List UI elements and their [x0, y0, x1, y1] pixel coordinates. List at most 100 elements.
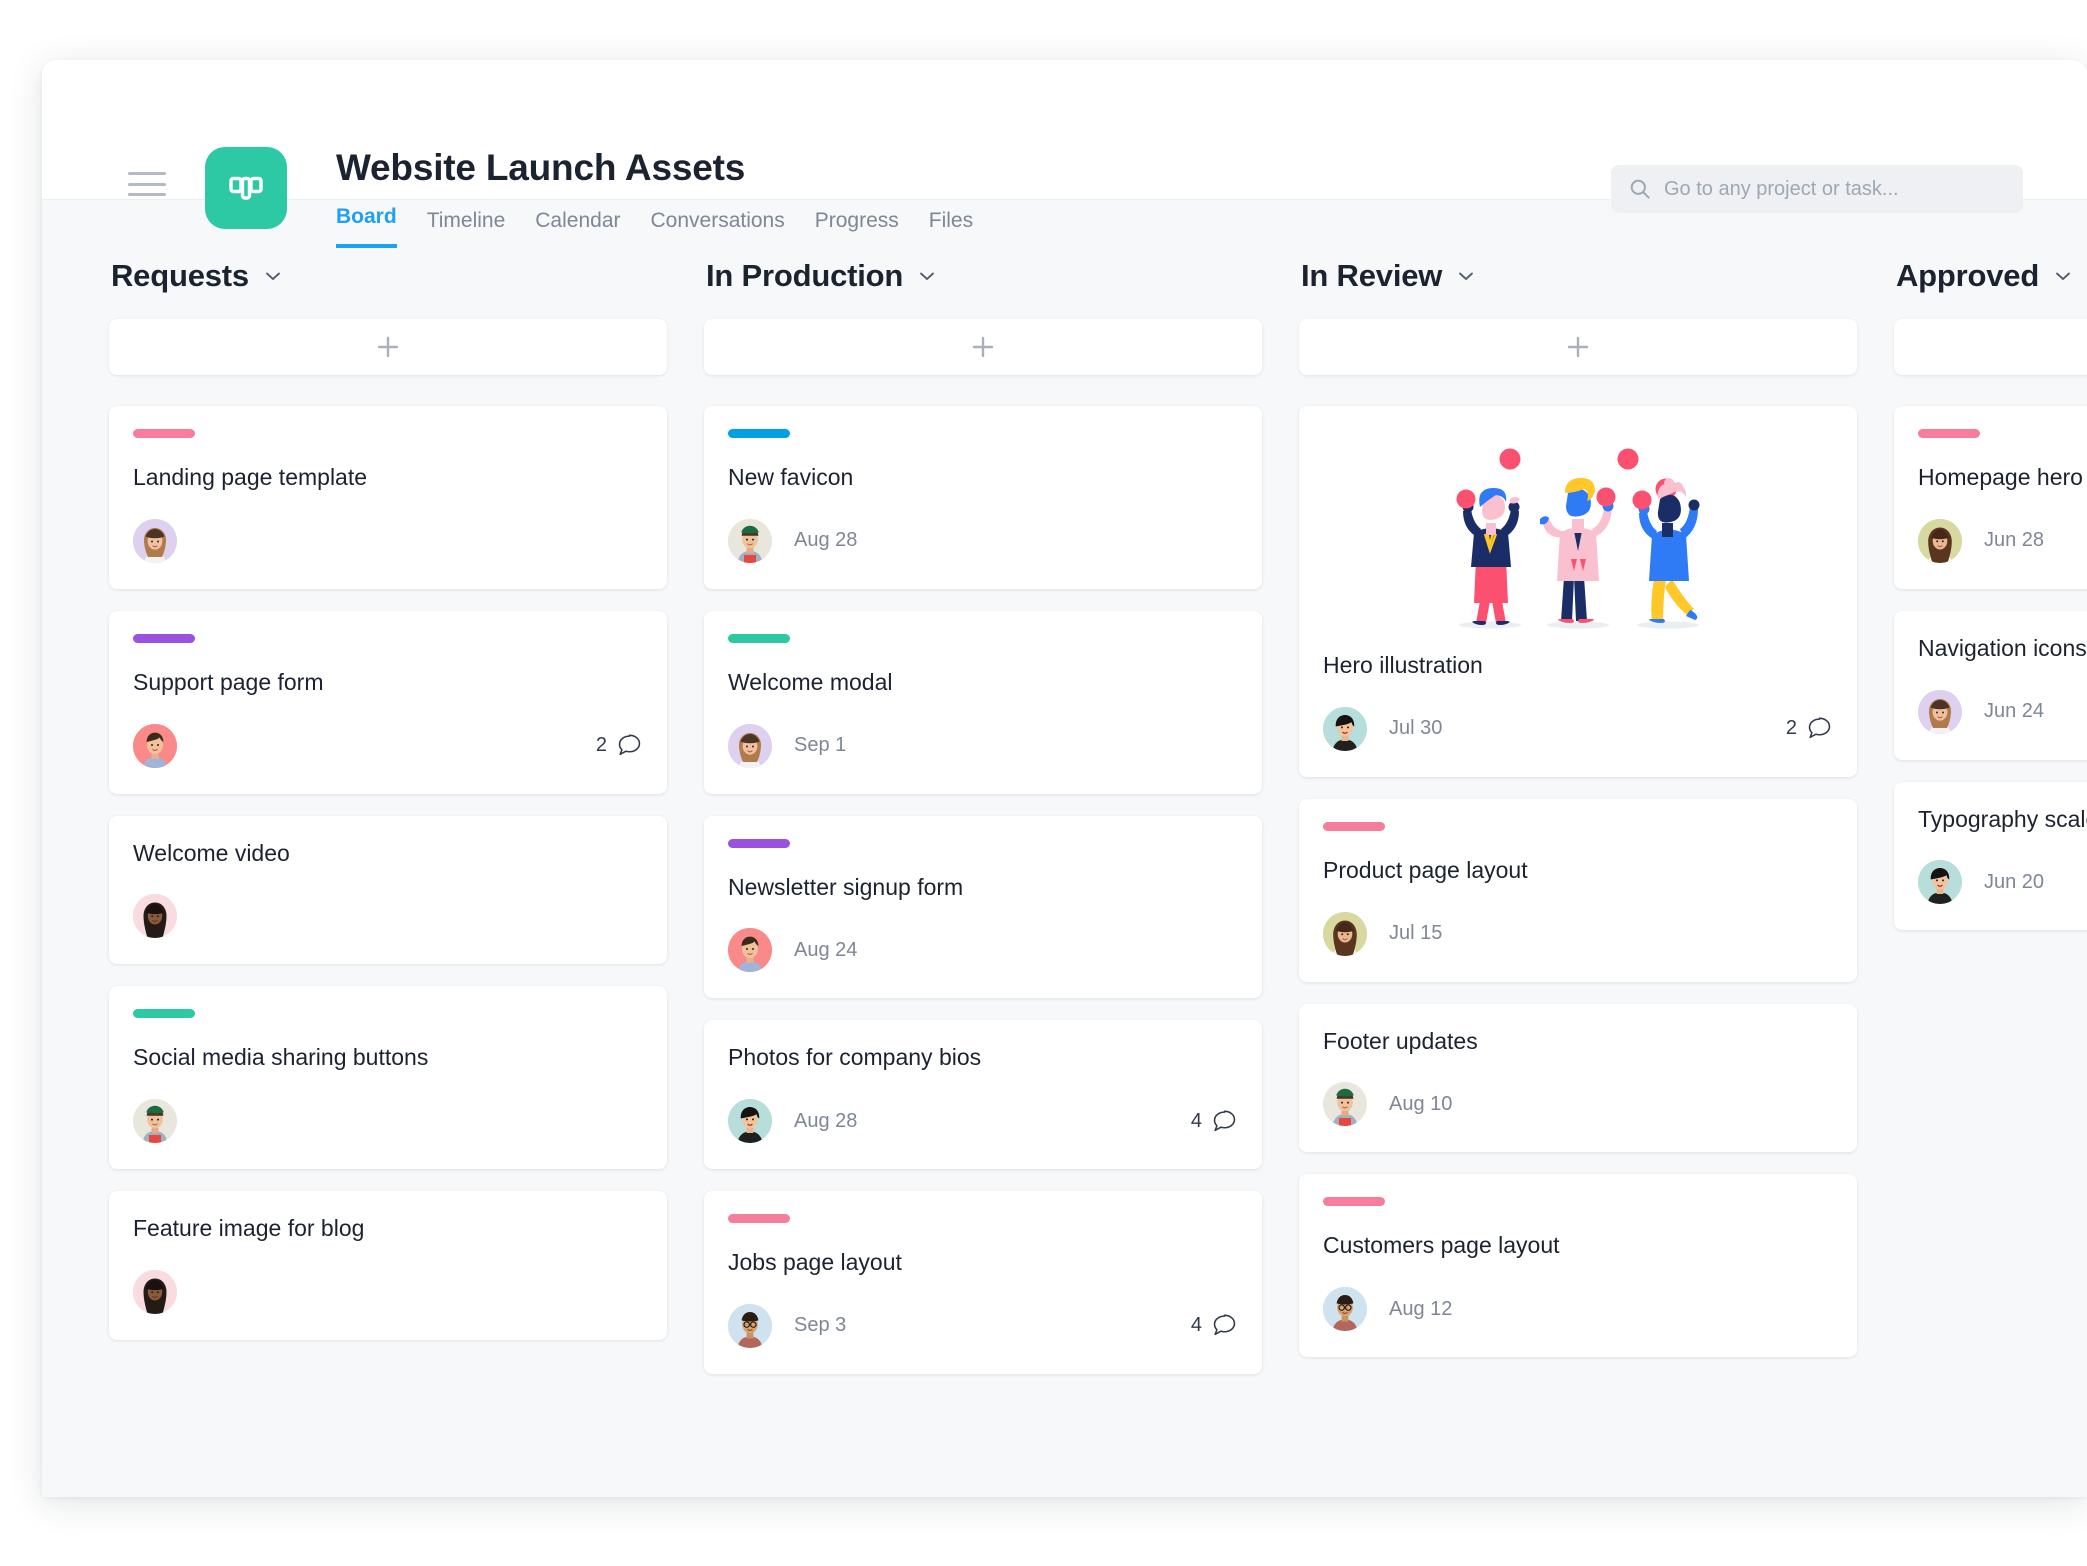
chevron-down-icon[interactable] — [1456, 266, 1476, 286]
card-footer: Jun 24 — [1918, 689, 2087, 734]
add-task-button[interactable] — [109, 319, 667, 375]
comment-count-value: 2 — [1785, 717, 1797, 740]
comment-bubble-icon — [1808, 717, 1831, 739]
card-footer: Aug 28 4 — [728, 1099, 1238, 1143]
app-header: Website Launch Assets Board Timeline Cal… — [42, 60, 2087, 248]
comment-bubble-icon — [618, 734, 641, 756]
avatar[interactable] — [133, 723, 177, 768]
card-due-date: Sep 3 — [794, 1314, 847, 1337]
task-card[interactable]: Jobs page layout Sep 3 4 — [704, 1191, 1262, 1374]
chevron-down-icon[interactable] — [917, 266, 937, 286]
card-due-date: Aug 28 — [794, 529, 858, 552]
card-due-date: Aug 10 — [1389, 1092, 1453, 1115]
task-card[interactable]: Support page form 2 — [109, 610, 667, 794]
hamburger-icon[interactable] — [128, 172, 166, 196]
card-due-date: Aug 12 — [1389, 1297, 1453, 1320]
task-card[interactable]: Welcome modal Sep 1 — [704, 610, 1262, 794]
task-card[interactable]: Navigation icons Jun 24 — [1894, 610, 2087, 760]
task-card[interactable]: Landing page template — [109, 406, 667, 589]
column-header: Requests — [109, 258, 667, 294]
card-tag — [1323, 1197, 1385, 1207]
card-due-date: Sep 1 — [794, 734, 847, 756]
card-due-date: Aug 28 — [794, 1109, 858, 1132]
task-card[interactable]: Feature image for blog — [109, 1191, 667, 1340]
card-footer — [133, 518, 643, 563]
add-task-button[interactable] — [1894, 319, 2087, 375]
column-header: In Production — [704, 258, 1262, 294]
add-task-button[interactable] — [704, 319, 1262, 375]
card-comment-count[interactable]: 4 — [1191, 1108, 1238, 1135]
card-footer: Jun 20 — [1918, 860, 2087, 905]
task-card[interactable]: Welcome video — [109, 815, 667, 965]
card-due-date: Aug 24 — [794, 938, 858, 961]
card-title: Newsletter signup form — [728, 873, 964, 900]
comment-bubble-icon — [1213, 1314, 1236, 1336]
card-tag — [1918, 429, 1980, 438]
task-card[interactable]: Newsletter signup form Aug 24 — [704, 815, 1262, 999]
avatar[interactable] — [1323, 911, 1367, 956]
avatar[interactable] — [728, 723, 772, 768]
column-header: Approved — [1894, 258, 2087, 294]
column-header: In Review — [1299, 258, 1857, 294]
card-title: Homepage hero — [1918, 464, 2083, 490]
card-footer: Aug 28 — [728, 518, 1238, 563]
plus-icon — [377, 336, 399, 358]
card-footer — [133, 894, 643, 939]
column-title: In Review — [1301, 258, 1443, 293]
task-card[interactable]: Photos for company bios Aug 28 4 — [704, 1020, 1262, 1169]
card-title: Landing page template — [133, 464, 368, 490]
avatar[interactable] — [1323, 706, 1367, 751]
board-column: Approved Homepage hero Jun 28 Navigation i… — [1894, 258, 2087, 1497]
comment-bubble-icon — [1213, 1110, 1236, 1131]
avatar[interactable] — [728, 928, 772, 973]
card-title: New favicon — [728, 464, 854, 490]
avatar[interactable] — [1918, 689, 1962, 734]
task-card[interactable]: Homepage hero Jun 28 — [1894, 406, 2087, 589]
card-comment-count[interactable]: 2 — [1786, 715, 1833, 742]
avatar[interactable] — [728, 1303, 772, 1348]
plus-icon — [1567, 336, 1589, 358]
card-comment-count[interactable]: 2 — [596, 732, 643, 759]
task-card[interactable]: New favicon Aug 28 — [704, 406, 1262, 589]
card-title: Customers page layout — [1323, 1232, 1560, 1259]
task-card[interactable]: Footer updates Aug 10 — [1299, 1003, 1857, 1153]
task-card[interactable]: Hero illustration Jul 30 2 — [1299, 406, 1857, 777]
add-task-button[interactable] — [1299, 319, 1857, 375]
column-title: In Production — [706, 258, 904, 293]
avatar[interactable] — [1918, 518, 1962, 563]
avatar[interactable] — [728, 1099, 772, 1143]
card-footer: Jun 28 — [1918, 518, 2087, 563]
task-card[interactable]: Social media sharing buttons — [109, 986, 667, 1169]
card-footer: Aug 12 — [1323, 1287, 1833, 1331]
card-due-date: Jul 15 — [1389, 922, 1443, 944]
task-card[interactable]: Product page layout Jul 15 — [1299, 798, 1857, 982]
card-title: Product page layout — [1323, 856, 1528, 883]
three-people-juggling-illustration — [1456, 448, 1700, 629]
task-card[interactable]: Typography scale Jun 20 — [1894, 781, 2087, 931]
card-comment-count[interactable]: 4 — [1191, 1312, 1238, 1339]
card-footer: Sep 3 4 — [728, 1303, 1238, 1348]
card-tag — [1323, 821, 1385, 831]
card-title: Social media sharing buttons — [133, 1044, 429, 1071]
card-footer: Aug 10 — [1323, 1082, 1833, 1127]
card-tag — [728, 1214, 790, 1223]
avatar[interactable] — [1918, 860, 1962, 905]
avatar[interactable] — [133, 1099, 177, 1143]
card-cover-image — [1323, 433, 1833, 633]
task-card[interactable]: Customers page layout Aug 12 — [1299, 1174, 1857, 1357]
card-footer — [133, 1269, 643, 1314]
chevron-down-icon[interactable] — [263, 266, 283, 286]
avatar[interactable] — [133, 894, 177, 939]
avatar[interactable] — [1323, 1287, 1367, 1331]
avatar[interactable] — [728, 518, 772, 563]
avatar[interactable] — [133, 1269, 177, 1314]
card-footer: 2 — [133, 723, 643, 768]
card-tag — [728, 633, 790, 643]
card-due-date: Jun 28 — [1984, 529, 2045, 552]
card-tag — [133, 429, 195, 438]
avatar[interactable] — [133, 518, 177, 563]
card-due-date: Jul 30 — [1389, 717, 1443, 740]
card-title: Typography scale — [1918, 805, 2087, 832]
chevron-down-icon[interactable] — [2053, 266, 2073, 286]
avatar[interactable] — [1323, 1082, 1367, 1127]
